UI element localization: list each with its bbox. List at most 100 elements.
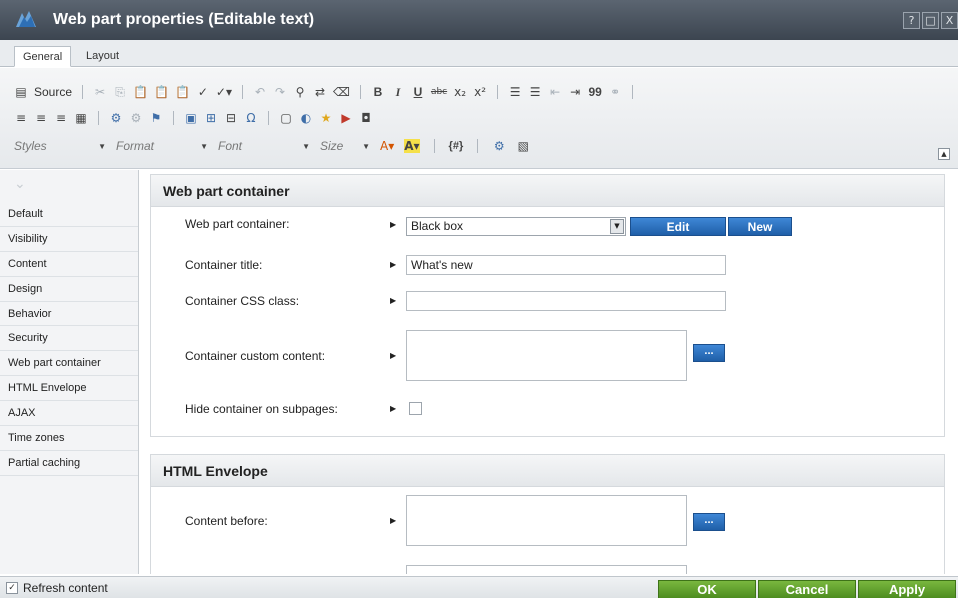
content-after-input[interactable]: [406, 565, 687, 574]
format-dropdown[interactable]: Format ▼: [116, 139, 208, 153]
collapse-toolbar-button[interactable]: ▲: [938, 148, 950, 160]
find-icon[interactable]: ⚲: [293, 85, 307, 99]
kentico-logo-icon: [16, 11, 36, 27]
table-icon[interactable]: ⊞: [204, 111, 218, 125]
new-button[interactable]: New: [728, 217, 792, 236]
superscript-icon[interactable]: x²: [473, 85, 487, 99]
cut-icon[interactable]: ✂: [93, 85, 107, 99]
bold-icon[interactable]: B: [371, 85, 385, 99]
sidebar-item-content[interactable]: Content: [0, 252, 138, 277]
special-char-icon[interactable]: Ω: [244, 111, 258, 125]
text-color-icon[interactable]: A▾: [380, 139, 394, 153]
link-icon[interactable]: ⚭: [608, 85, 622, 99]
sidebar-item-design[interactable]: Design: [0, 277, 138, 302]
quick-link-icon[interactable]: ◘: [359, 111, 373, 125]
sidebar-item-default[interactable]: Default: [0, 202, 138, 227]
sidebar-item-html-envelope[interactable]: HTML Envelope: [0, 376, 138, 402]
sidebar-item-visibility[interactable]: Visibility: [0, 227, 138, 252]
maximize-button[interactable]: □: [922, 12, 939, 29]
blockquote-icon[interactable]: 99: [588, 85, 602, 99]
toolbar-row-2: ≡ ≡ ≡ ▦ ⚙ ⚙ ⚑ ▣ ⊞ ⊟ Ω ▢ ◐ ★ ▶ ◘: [14, 108, 373, 128]
align-right-icon[interactable]: ≡: [54, 111, 68, 125]
spellcheck-icon[interactable]: ✓: [196, 85, 210, 99]
align-left-icon[interactable]: ≡: [14, 111, 28, 125]
refresh-content-checkbox[interactable]: ✓: [6, 582, 18, 594]
justify-icon[interactable]: ▦: [74, 111, 88, 125]
chevron-down-icon: ▼: [98, 141, 106, 151]
image-icon[interactable]: ▣: [184, 111, 198, 125]
chevron-down-icon[interactable]: ⌄: [14, 176, 26, 192]
field-label: Web part container:: [185, 217, 290, 231]
web-part-icon[interactable]: ⚙: [492, 139, 506, 153]
cancel-button[interactable]: Cancel: [758, 580, 856, 598]
container-title-input[interactable]: What's new: [406, 255, 726, 275]
undo-icon[interactable]: ↶: [253, 85, 267, 99]
hide-container-checkbox[interactable]: [409, 402, 422, 415]
help-button[interactable]: ?: [903, 12, 920, 29]
redo-icon[interactable]: ↷: [273, 85, 287, 99]
sidebar-item-security[interactable]: Security: [0, 326, 138, 352]
container-css-class-input[interactable]: [406, 291, 726, 311]
toolbar-separator: [359, 85, 361, 99]
background-color-icon[interactable]: A▾: [404, 139, 420, 153]
styles-dropdown[interactable]: Styles ▼: [14, 139, 106, 153]
window-title: Web part properties (Editable text): [53, 11, 315, 28]
sidebar-item-time-zones[interactable]: Time zones: [0, 426, 138, 451]
anchor-icon[interactable]: ⚑: [149, 111, 163, 125]
tab-layout[interactable]: Layout: [78, 46, 127, 67]
bulleted-list-icon[interactable]: ☰: [528, 85, 542, 99]
underline-icon[interactable]: U: [411, 85, 425, 99]
replace-icon[interactable]: ⇄: [313, 85, 327, 99]
source-button[interactable]: Source: [34, 85, 72, 99]
category-sidebar: ⌄ Default Visibility Content Design Beha…: [0, 170, 139, 574]
subscript-icon[interactable]: x₂: [453, 85, 467, 99]
unlink-icon[interactable]: ⚙: [129, 111, 143, 125]
chevron-down-icon[interactable]: ▼: [610, 219, 624, 234]
toolbar-separator: [241, 85, 243, 99]
paste-icon[interactable]: 📋: [133, 85, 148, 99]
outdent-icon[interactable]: ⇤: [548, 85, 562, 99]
italic-icon[interactable]: I: [391, 85, 405, 100]
ok-button[interactable]: OK: [658, 580, 756, 598]
chevron-down-icon: ▼: [302, 141, 310, 151]
edit-custom-content-button[interactable]: ...: [693, 344, 725, 362]
field-label: Container title:: [185, 258, 263, 272]
paste-text-icon[interactable]: 📋: [154, 85, 169, 99]
caret-right-icon: ▶: [390, 260, 397, 269]
paste-word-icon[interactable]: 📋: [175, 85, 190, 99]
macro-button[interactable]: {#}: [449, 140, 464, 152]
size-dropdown[interactable]: Size ▼: [320, 139, 370, 153]
media-icon[interactable]: ◐: [299, 111, 313, 125]
numbered-list-icon[interactable]: ☰: [508, 85, 522, 99]
spellcheck-as-you-type-icon[interactable]: ✓▾: [216, 85, 232, 99]
apply-button[interactable]: Apply: [858, 580, 956, 598]
content-before-input[interactable]: [406, 495, 687, 546]
remove-format-icon[interactable]: ⌫: [333, 85, 350, 99]
copy-icon[interactable]: ⎘: [113, 85, 127, 100]
edit-button[interactable]: Edit: [630, 217, 726, 236]
sidebar-item-behavior[interactable]: Behavior: [0, 302, 138, 327]
sidebar-item-partial-caching[interactable]: Partial caching: [0, 451, 138, 476]
tab-general[interactable]: General: [14, 46, 72, 67]
tab-bar: General Layout: [0, 40, 958, 67]
smiley-icon[interactable]: ★: [319, 111, 333, 125]
align-center-icon[interactable]: ≡: [34, 111, 48, 125]
sidebar-header: ⌄: [0, 170, 138, 202]
insert-link-icon[interactable]: ⚙: [109, 111, 123, 125]
sidebar-item-ajax[interactable]: AJAX: [0, 401, 138, 427]
container-select[interactable]: Black box ▼: [406, 217, 626, 236]
section-title: Web part container: [151, 175, 944, 207]
refresh-content-option[interactable]: ✓ Refresh content: [6, 581, 108, 595]
font-dropdown[interactable]: Font ▼: [218, 139, 310, 153]
indent-icon[interactable]: ⇥: [568, 85, 582, 99]
close-button[interactable]: X: [941, 12, 958, 29]
horizontal-rule-icon[interactable]: ⊟: [224, 111, 238, 125]
field-label: Container CSS class:: [185, 294, 300, 308]
strikethrough-icon[interactable]: abc: [431, 87, 447, 97]
sidebar-item-web-part-container[interactable]: Web part container: [0, 351, 138, 377]
preview-icon[interactable]: ▧: [516, 139, 530, 153]
container-custom-content-input[interactable]: [406, 330, 687, 381]
edit-content-before-button[interactable]: ...: [693, 513, 725, 531]
youtube-icon[interactable]: ▶: [339, 111, 353, 125]
inline-widget-icon[interactable]: ▢: [279, 111, 293, 125]
